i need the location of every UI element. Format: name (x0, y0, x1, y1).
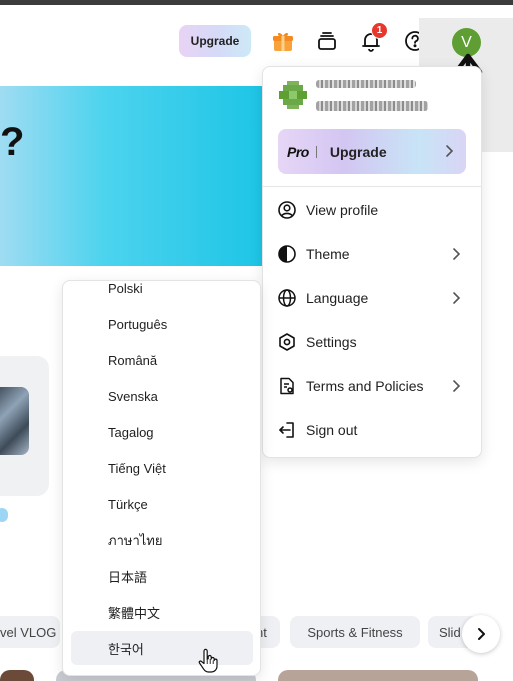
redacted-username (316, 80, 416, 88)
hero-heading-fragment: ? (0, 120, 25, 164)
category-chip-vlog[interactable]: vel VLOG (0, 616, 60, 648)
pro-divider (315, 145, 317, 158)
upgrade-button[interactable]: Upgrade (179, 25, 251, 57)
menu-item-view-profile[interactable]: View profile (263, 188, 481, 232)
chevron-right-icon (478, 628, 485, 640)
hero-banner (0, 86, 262, 266)
language-option-japanese[interactable]: 日本語 (71, 559, 253, 593)
pro-upgrade-label: Upgrade (329, 143, 387, 160)
language-submenu: Polski Português Română Svenska Tagalog … (62, 280, 261, 676)
language-option-vietnamese[interactable]: Tiếng Việt (71, 451, 253, 485)
profile-avatar (279, 81, 307, 109)
language-option-korean[interactable]: 한국어 (71, 631, 253, 665)
menu-item-label: View profile (306, 202, 379, 218)
theme-icon (278, 245, 296, 263)
pro-label: Pro (287, 143, 309, 160)
menu-item-terms-and-policies[interactable]: Terms and Policies (263, 364, 481, 408)
menu-item-language[interactable]: Language (263, 276, 481, 320)
menu-divider (263, 186, 481, 187)
chevron-right-icon (453, 292, 461, 304)
chevron-right-icon (453, 380, 461, 392)
redacted-email (316, 101, 428, 111)
wallet-icon[interactable] (314, 28, 340, 54)
chevron-right-icon (453, 248, 461, 260)
language-option-svenska[interactable]: Svenska (71, 379, 253, 413)
menu-item-label: Sign out (306, 422, 358, 438)
menu-item-settings[interactable]: Settings (263, 320, 481, 364)
chips-next-button[interactable] (462, 615, 500, 653)
menu-item-label: Settings (306, 334, 357, 350)
menu-item-sign-out[interactable]: Sign out (263, 408, 481, 452)
user-circle-icon (278, 201, 296, 219)
language-option-portugues[interactable]: Português (71, 307, 253, 341)
window-top-edge (0, 0, 513, 5)
globe-icon (278, 289, 296, 307)
video-thumbnail[interactable] (278, 670, 478, 681)
template-thumbnail (0, 387, 29, 455)
language-option-thai[interactable]: ภาษาไทย (71, 523, 253, 557)
carousel-indicator (0, 508, 8, 522)
menu-item-label: Language (306, 290, 369, 306)
menu-item-label: Theme (306, 246, 350, 262)
sign-out-icon (279, 422, 294, 438)
language-option-tagalog[interactable]: Tagalog (71, 415, 253, 449)
language-option-traditional-chinese[interactable]: 繁體中文 (71, 595, 253, 629)
menu-item-label: Terms and Policies (306, 378, 424, 394)
category-chip-sports-fitness[interactable]: Sports & Fitness (290, 616, 420, 648)
language-option-turkish[interactable]: Türkçe (71, 487, 253, 521)
language-option-polski[interactable]: Polski (71, 281, 253, 305)
menu-item-theme[interactable]: Theme (263, 232, 481, 276)
notification-count-badge: 1 (371, 22, 388, 39)
chevron-right-icon (446, 145, 454, 157)
gift-icon[interactable] (270, 28, 296, 54)
hand-cursor-icon (198, 648, 218, 673)
settings-hexagon-icon (279, 333, 295, 351)
video-thumbnail[interactable] (0, 670, 34, 681)
language-option-romana[interactable]: Română (71, 343, 253, 377)
pro-upgrade-card[interactable]: Pro Upgrade (278, 129, 466, 174)
document-icon (280, 377, 294, 395)
